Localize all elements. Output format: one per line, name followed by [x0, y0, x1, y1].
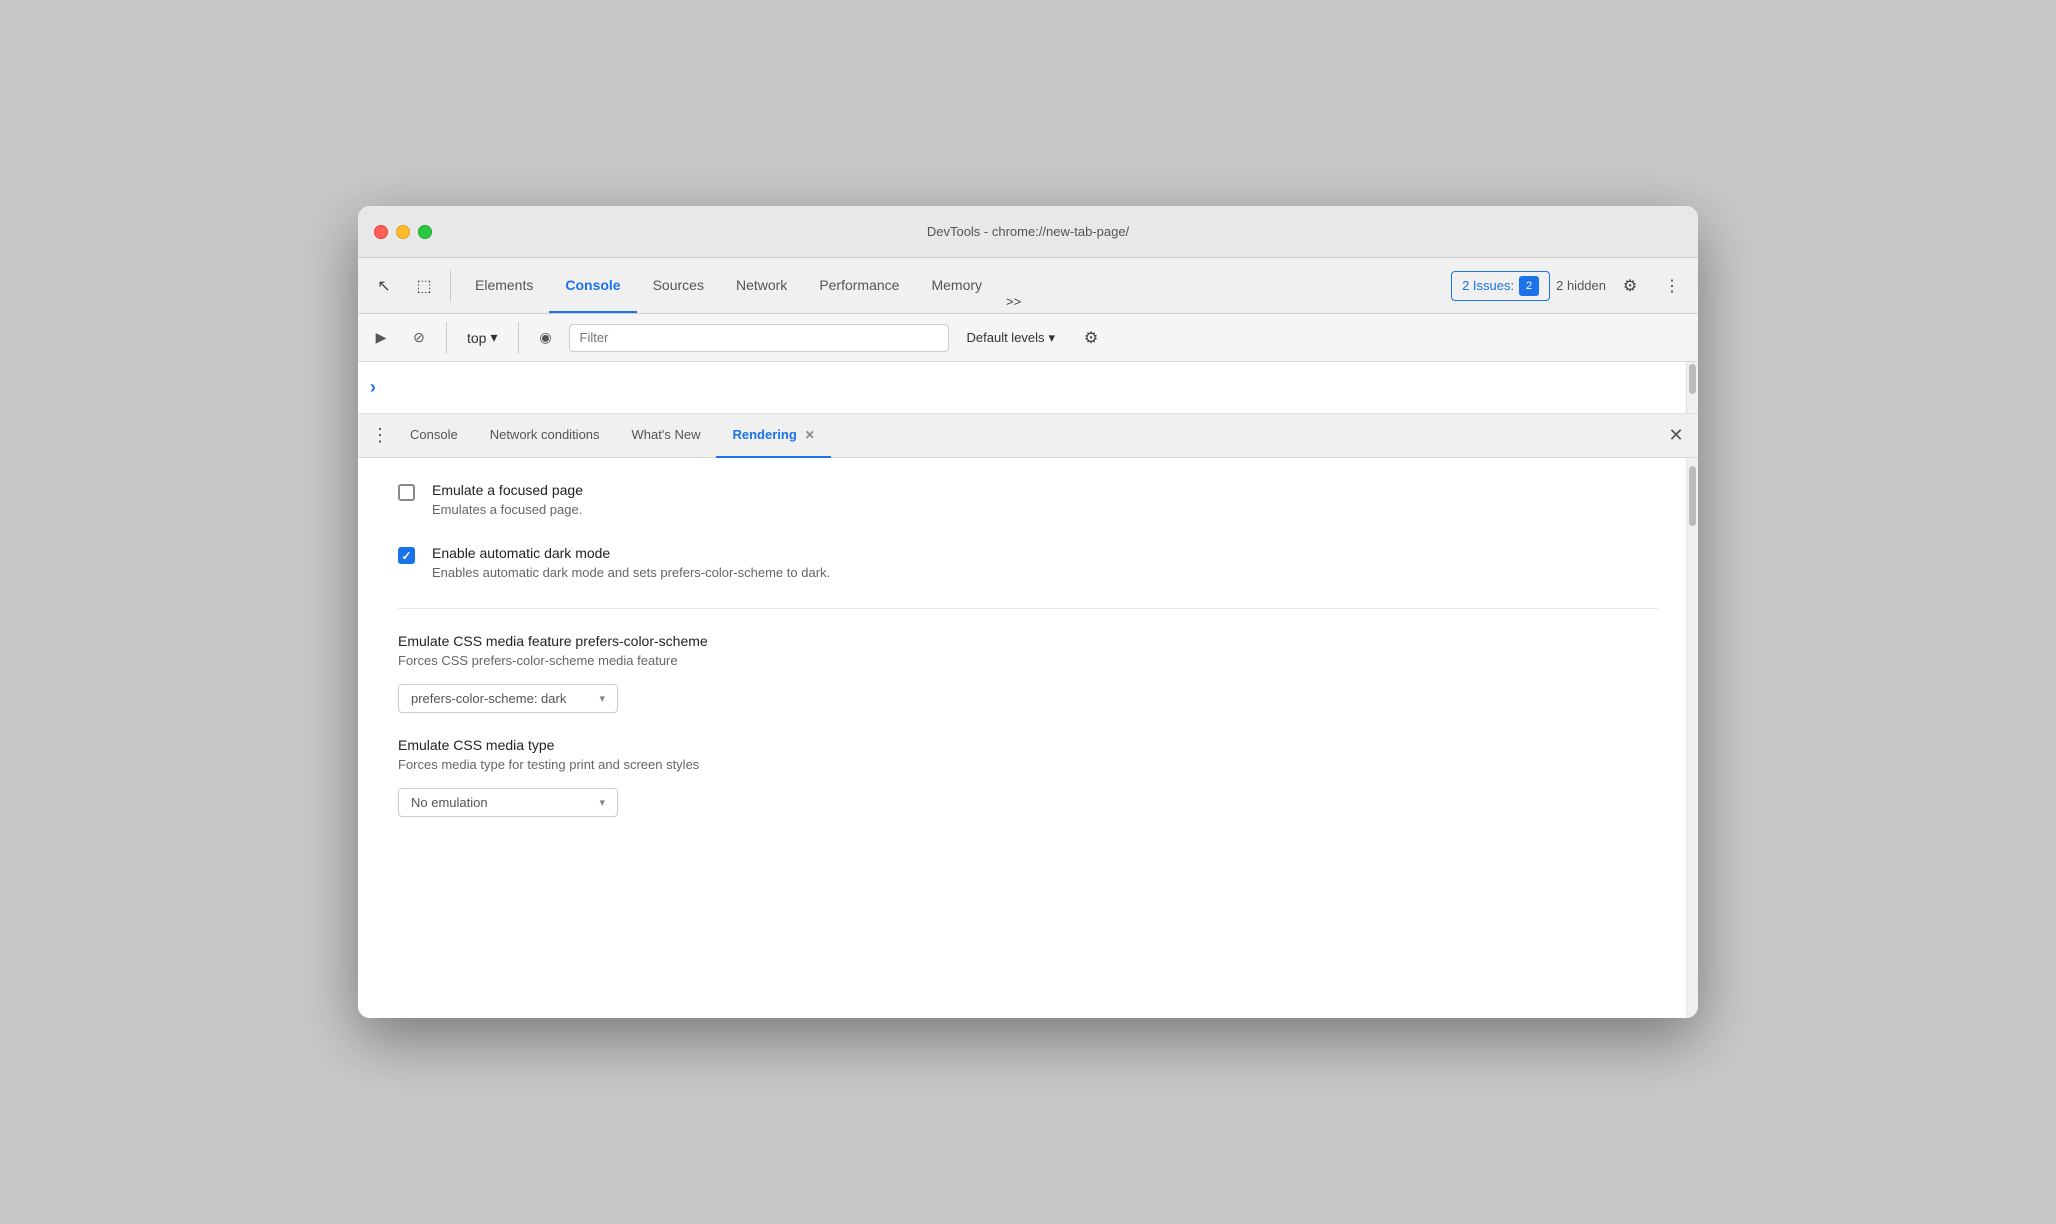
main-tab-list: Elements Console Sources Network Perform… [459, 258, 1447, 313]
gear-icon: ⚙ [1623, 276, 1637, 296]
inspect-icon: ⬚ [416, 276, 431, 296]
eye-button[interactable]: ◉ [531, 323, 561, 353]
more-tabs-button[interactable]: >> [998, 290, 1029, 313]
settings-button[interactable]: ⚙ [1612, 268, 1648, 304]
option-auto-dark: Enable automatic dark mode Enables autom… [398, 545, 1658, 580]
filter-input[interactable] [569, 324, 949, 352]
issues-badge[interactable]: 2 Issues: 2 [1451, 271, 1550, 301]
maximize-button[interactable] [418, 225, 432, 239]
console-scrollbar[interactable] [1686, 362, 1698, 413]
auto-dark-title: Enable automatic dark mode [432, 545, 830, 561]
tab-sources[interactable]: Sources [637, 258, 720, 313]
rendering-panel: Emulate a focused page Emulates a focuse… [358, 458, 1698, 1018]
console-toolbar: ▶ ⊘ top ▾ ◉ Default levels ▾ ⚙ [358, 314, 1698, 362]
title-bar: DevTools - chrome://new-tab-page/ [358, 206, 1698, 258]
traffic-lights [374, 225, 432, 239]
auto-dark-checkbox[interactable] [398, 547, 415, 564]
tab-performance[interactable]: Performance [803, 258, 915, 313]
drawer-menu-button[interactable]: ⋮ [366, 422, 394, 450]
console-body[interactable]: › [358, 362, 1698, 414]
css-media-type-value: No emulation [411, 795, 488, 810]
console-separator-1 [446, 322, 447, 354]
close-button[interactable] [374, 225, 388, 239]
inspect-icon-button[interactable]: ⬚ [406, 268, 442, 304]
drawer-tab-console[interactable]: Console [394, 414, 474, 458]
drawer-tab-whats-new[interactable]: What's New [616, 414, 717, 458]
eye-icon: ◉ [539, 329, 551, 346]
dropdown-arrow-2: ▾ [599, 796, 605, 809]
tab-elements[interactable]: Elements [459, 258, 549, 313]
chevron-down-icon: ▾ [490, 329, 497, 346]
rendering-scrollbar-thumb [1689, 466, 1696, 526]
drawer-tab-network-conditions[interactable]: Network conditions [474, 414, 616, 458]
close-rendering-tab-icon[interactable]: ✕ [805, 428, 815, 442]
execute-button[interactable]: ▶ [366, 323, 396, 353]
main-toolbar: ↖ ⬚ Elements Console Sources Network Per… [358, 258, 1698, 314]
console-separator-2 [518, 322, 519, 354]
close-drawer-icon: ✕ [1668, 425, 1683, 446]
css-media-type-dropdown[interactable]: No emulation ▾ [398, 788, 618, 817]
option-focused-page: Emulate a focused page Emulates a focuse… [398, 482, 1658, 517]
tab-network[interactable]: Network [720, 258, 803, 313]
console-scrollbar-thumb [1689, 364, 1696, 394]
tab-memory[interactable]: Memory [915, 258, 998, 313]
section-divider-1 [398, 608, 1658, 609]
window-title: DevTools - chrome://new-tab-page/ [927, 224, 1129, 239]
prefers-color-scheme-value: prefers-color-scheme: dark [411, 691, 566, 706]
prefers-color-scheme-title: Emulate CSS media feature prefers-color-… [398, 633, 1658, 649]
default-levels-button[interactable]: Default levels ▾ [957, 326, 1066, 350]
hidden-badge: 2 hidden [1556, 278, 1606, 293]
drawer-tab-bar: ⋮ Console Network conditions What's New … [358, 414, 1698, 458]
auto-dark-desc: Enables automatic dark mode and sets pre… [432, 565, 830, 580]
play-icon: ▶ [376, 329, 387, 346]
prompt-arrow: › [370, 377, 376, 398]
focused-page-checkbox[interactable] [398, 484, 415, 501]
toolbar-separator-1 [450, 270, 451, 302]
toolbar-right: 2 Issues: 2 2 hidden ⚙ ⋮ [1451, 268, 1690, 304]
levels-chevron-icon: ▾ [1049, 330, 1056, 346]
css-media-type-title: Emulate CSS media type [398, 737, 1658, 753]
issues-label-text: 2 Issues: [1462, 278, 1514, 293]
more-options-button[interactable]: ⋮ [1654, 268, 1690, 304]
clear-button[interactable]: ⊘ [404, 323, 434, 353]
issues-icon: 2 [1519, 276, 1539, 296]
tab-console[interactable]: Console [549, 258, 636, 313]
auto-dark-text: Enable automatic dark mode Enables autom… [432, 545, 830, 580]
css-media-type-desc: Forces media type for testing print and … [398, 757, 1658, 772]
drawer-close-button[interactable]: ✕ [1662, 422, 1690, 450]
auto-dark-checkbox-wrap [398, 547, 416, 565]
focused-page-title: Emulate a focused page [432, 482, 583, 498]
context-selector[interactable]: top ▾ [459, 325, 506, 350]
dots-vertical-icon: ⋮ [1664, 276, 1680, 296]
section-prefers-color-scheme: Emulate CSS media feature prefers-color-… [398, 633, 1658, 713]
no-entry-icon: ⊘ [413, 329, 425, 346]
drawer-dots-icon: ⋮ [371, 425, 389, 446]
console-settings-button[interactable]: ⚙ [1073, 320, 1109, 356]
drawer: ⋮ Console Network conditions What's New … [358, 414, 1698, 1018]
rendering-scrollbar[interactable] [1686, 458, 1698, 1018]
focused-page-text: Emulate a focused page Emulates a focuse… [432, 482, 583, 517]
cursor-icon-button[interactable]: ↖ [366, 268, 402, 304]
dropdown-arrow-1: ▾ [599, 692, 605, 705]
section-css-media-type: Emulate CSS media type Forces media type… [398, 737, 1658, 817]
focused-page-checkbox-wrap [398, 484, 416, 502]
devtools-window: DevTools - chrome://new-tab-page/ ↖ ⬚ El… [358, 206, 1698, 1018]
prefers-color-scheme-desc: Forces CSS prefers-color-scheme media fe… [398, 653, 1658, 668]
cursor-icon: ↖ [377, 276, 390, 296]
focused-page-desc: Emulates a focused page. [432, 502, 583, 517]
prefers-color-scheme-dropdown[interactable]: prefers-color-scheme: dark ▾ [398, 684, 618, 713]
console-gear-icon: ⚙ [1084, 328, 1098, 348]
drawer-tab-rendering[interactable]: Rendering ✕ [716, 414, 830, 458]
minimize-button[interactable] [396, 225, 410, 239]
